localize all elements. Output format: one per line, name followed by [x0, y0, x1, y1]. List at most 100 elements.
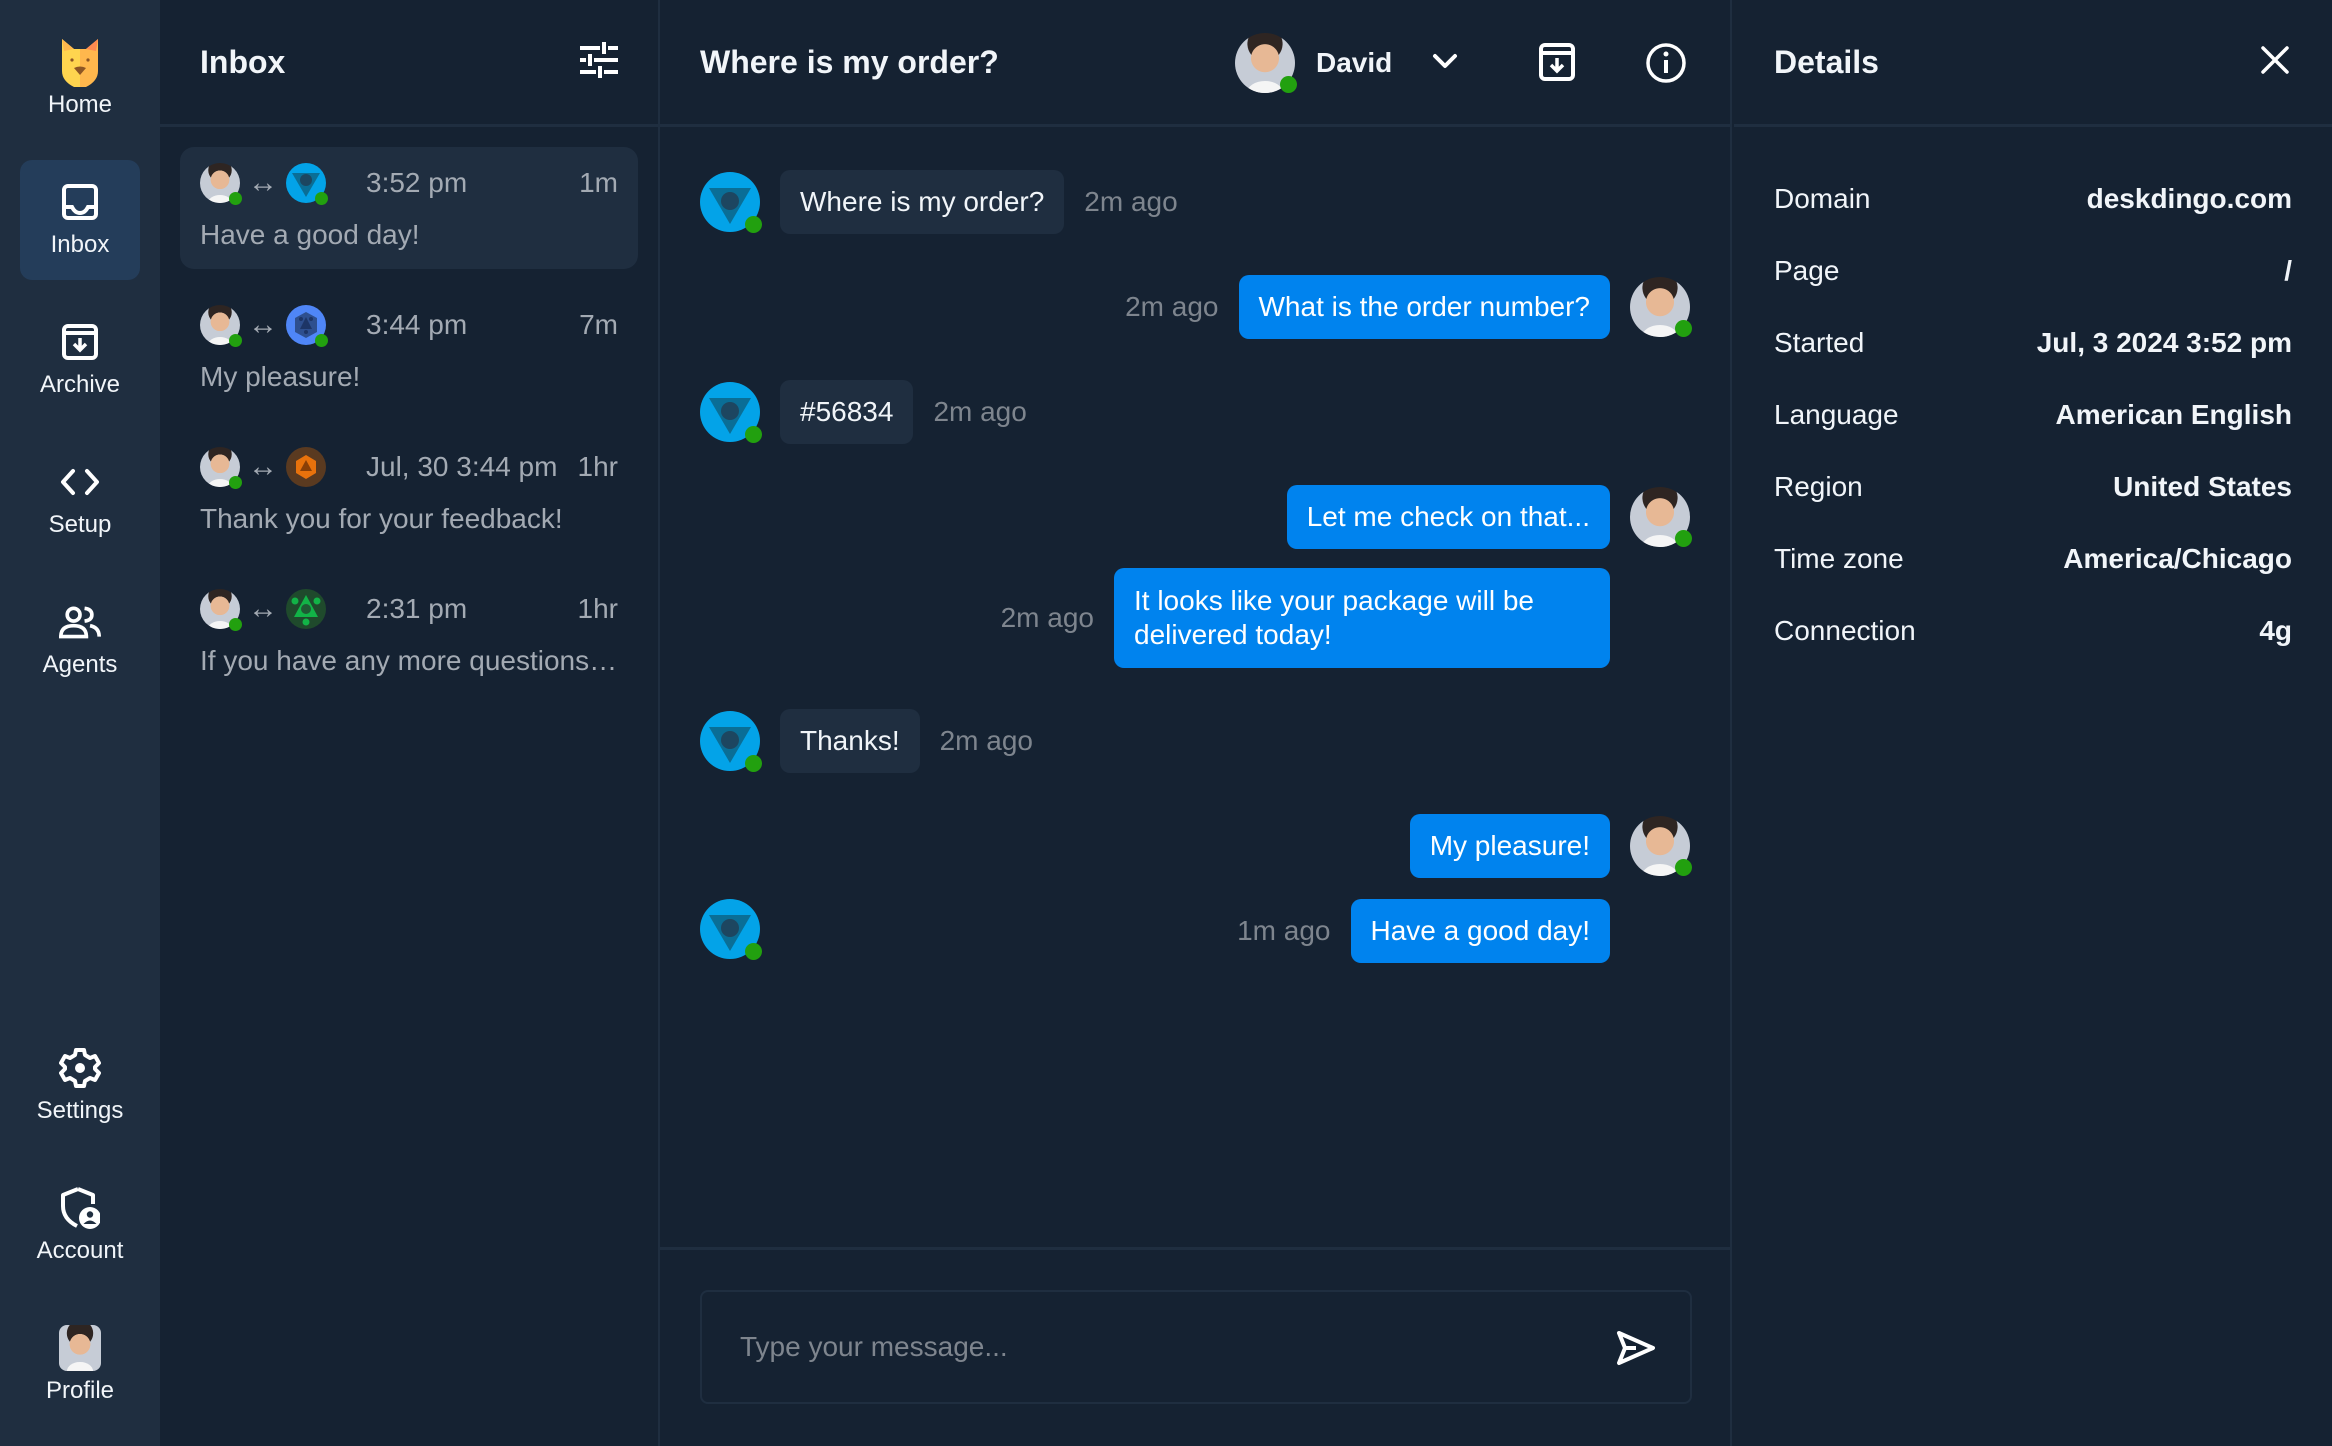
detail-row-connection: Connection 4g [1774, 595, 2292, 667]
conversation-age: 7m [579, 309, 618, 340]
customer-avatar [286, 589, 326, 629]
detail-label: Page [1774, 255, 1840, 286]
agent-avatar [200, 589, 242, 631]
assignee-avatar [1235, 33, 1297, 93]
users-icon [59, 601, 101, 643]
message-time: 1m ago [1237, 915, 1331, 946]
sidebar: Home Inbox Archive Setup Agents Settings… [0, 0, 160, 1446]
swap-arrows-icon: ↔ [248, 166, 278, 199]
conversation-preview: If you have any more questions… [200, 645, 618, 676]
swap-arrows-icon: ↔ [248, 592, 278, 625]
sliders-icon[interactable] [580, 41, 618, 83]
details-list: Domain deskdingo.com Page / Started Jul,… [1734, 127, 2332, 667]
detail-row-region: Region United States [1774, 451, 2292, 523]
conversation-age: 1hr [577, 451, 618, 482]
detail-value: American English [2055, 399, 2292, 430]
nav-archive[interactable]: Archive [20, 300, 140, 420]
message-bubble: It looks like your package will be deliv… [1114, 568, 1610, 668]
detail-label: Started [1774, 327, 1865, 358]
info-icon[interactable] [1645, 42, 1687, 89]
conversation-item[interactable]: ↔ 3:52 pm 1m Have a good day! [180, 147, 638, 269]
nav-settings[interactable]: Settings [20, 1026, 140, 1146]
detail-value: America/Chicago [2063, 543, 2292, 574]
detail-label: Connection [1774, 615, 1916, 646]
conversation-item[interactable]: ↔ 2:31 pm 1hr If you have any more quest… [180, 573, 638, 695]
online-indicator [1280, 76, 1297, 93]
agent-avatar [1630, 277, 1692, 337]
nav-profile[interactable]: Profile [20, 1306, 140, 1426]
agent-avatar [200, 305, 242, 347]
detail-value: Jul, 3 2024 3:52 pm [2036, 327, 2292, 358]
detail-row-timezone: Time zone America/Chicago [1774, 523, 2292, 595]
customer-avatar-row [700, 899, 762, 960]
nav-agents-label: Agents [42, 651, 118, 678]
conversation-item[interactable]: ↔ 3:44 pm 7m My pleasure! [180, 289, 638, 411]
conversation-age: 1m [579, 167, 618, 198]
message-composer [700, 1290, 1692, 1404]
nav-archive-label: Archive [39, 371, 121, 398]
details-title: Details [1774, 43, 1879, 80]
dingo-logo-icon [59, 39, 101, 87]
conversation-list: ↔ 3:52 pm 1m Have a good day! ↔ 3:44 pm [160, 127, 658, 735]
nav-inbox[interactable]: Inbox [20, 160, 140, 280]
customer-avatar [700, 382, 762, 443]
conversation-time: 2:31 pm [366, 593, 468, 624]
nav-inbox-label: Inbox [50, 231, 110, 258]
detail-label: Region [1774, 471, 1863, 502]
conversation-time: 3:44 pm [366, 309, 468, 340]
message-time: 2m ago [939, 725, 1034, 756]
conversation-time: Jul, 30 3:44 pm [366, 451, 558, 482]
message-bubble: Where is my order? [780, 170, 1065, 234]
customer-avatar [700, 172, 762, 233]
message-agent: Let me check on that... [1286, 485, 1692, 549]
details-panel: Details Domain deskdingo.com Page / Star… [1734, 0, 2332, 1446]
swap-arrows-icon: ↔ [248, 450, 278, 483]
nav-settings-label: Settings [36, 1097, 124, 1124]
message-agent: 1m ago Have a good day! [1237, 899, 1610, 963]
conversation-item[interactable]: ↔ Jul, 30 3:44 pm 1hr Thank you for your… [180, 431, 638, 553]
inbox-panel: Inbox ↔ 3:52 pm 1m Have a good day! ↔ 3:… [160, 0, 660, 1446]
agent-avatar [1630, 487, 1692, 547]
online-indicator [229, 334, 242, 347]
detail-label: Language [1774, 399, 1899, 430]
detail-row-language: Language American English [1774, 379, 2292, 451]
assignee-selector[interactable]: David [1235, 33, 1392, 93]
detail-label: Domain [1774, 183, 1871, 214]
detail-value: 4g [2259, 615, 2292, 646]
composer-divider [660, 1247, 1730, 1250]
customer-avatar [700, 711, 762, 772]
chat-header: Where is my order? David [660, 0, 1730, 127]
conversation-preview: My pleasure! [200, 361, 361, 392]
online-indicator [229, 476, 242, 489]
nav-setup-label: Setup [48, 511, 112, 538]
conversation-preview: Have a good day! [200, 219, 420, 250]
detail-value: / [2284, 255, 2292, 286]
message-agent: 2m ago What is the order number? [1125, 275, 1692, 339]
online-indicator [315, 334, 328, 347]
close-icon[interactable] [2260, 45, 2290, 80]
message-list: Where is my order? 2m ago 2m ago What is… [660, 130, 1730, 1248]
message-agent: 2m ago It looks like your package will b… [1001, 568, 1610, 668]
send-icon[interactable] [1616, 1330, 1656, 1371]
chevron-down-icon[interactable] [1430, 46, 1460, 81]
message-time: 2m ago [1125, 291, 1219, 322]
nav-account[interactable]: Account [20, 1166, 140, 1286]
conversation-time: 3:52 pm [366, 167, 468, 198]
inbox-header: Inbox [160, 0, 658, 127]
customer-avatar [286, 447, 326, 487]
nav-profile-label: Profile [45, 1377, 115, 1404]
agent-avatar [1630, 816, 1692, 876]
nav-agents[interactable]: Agents [20, 580, 140, 700]
chat-title: Where is my order? [700, 44, 999, 80]
nav-home[interactable]: Home [20, 20, 140, 140]
nav-setup[interactable]: Setup [20, 440, 140, 560]
online-indicator [229, 618, 242, 631]
archive-conversation-button[interactable] [1538, 42, 1576, 87]
message-customer: Thanks! 2m ago [700, 709, 1033, 773]
detail-label: Time zone [1774, 543, 1904, 574]
message-customer: #56834 2m ago [700, 380, 1027, 444]
message-input[interactable] [740, 1292, 1600, 1402]
detail-row-page: Page / [1774, 235, 2292, 307]
online-indicator [315, 192, 328, 205]
message-customer: Where is my order? 2m ago [700, 170, 1178, 234]
